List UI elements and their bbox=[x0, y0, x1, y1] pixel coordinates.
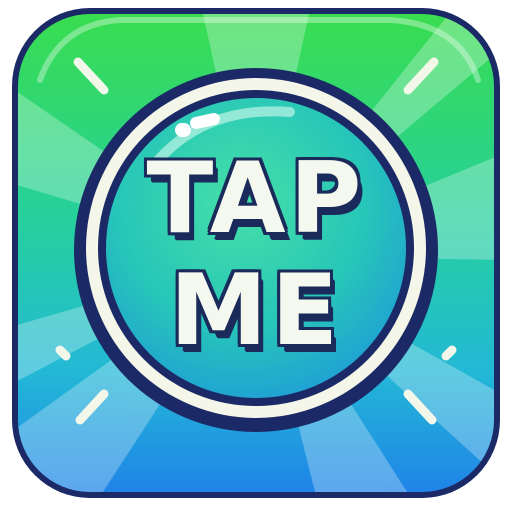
tap-me-app-icon-graphic bbox=[12, 8, 500, 498]
app-icon: TAP ME bbox=[0, 0, 512, 512]
round-tap-button[interactable] bbox=[74, 68, 438, 432]
